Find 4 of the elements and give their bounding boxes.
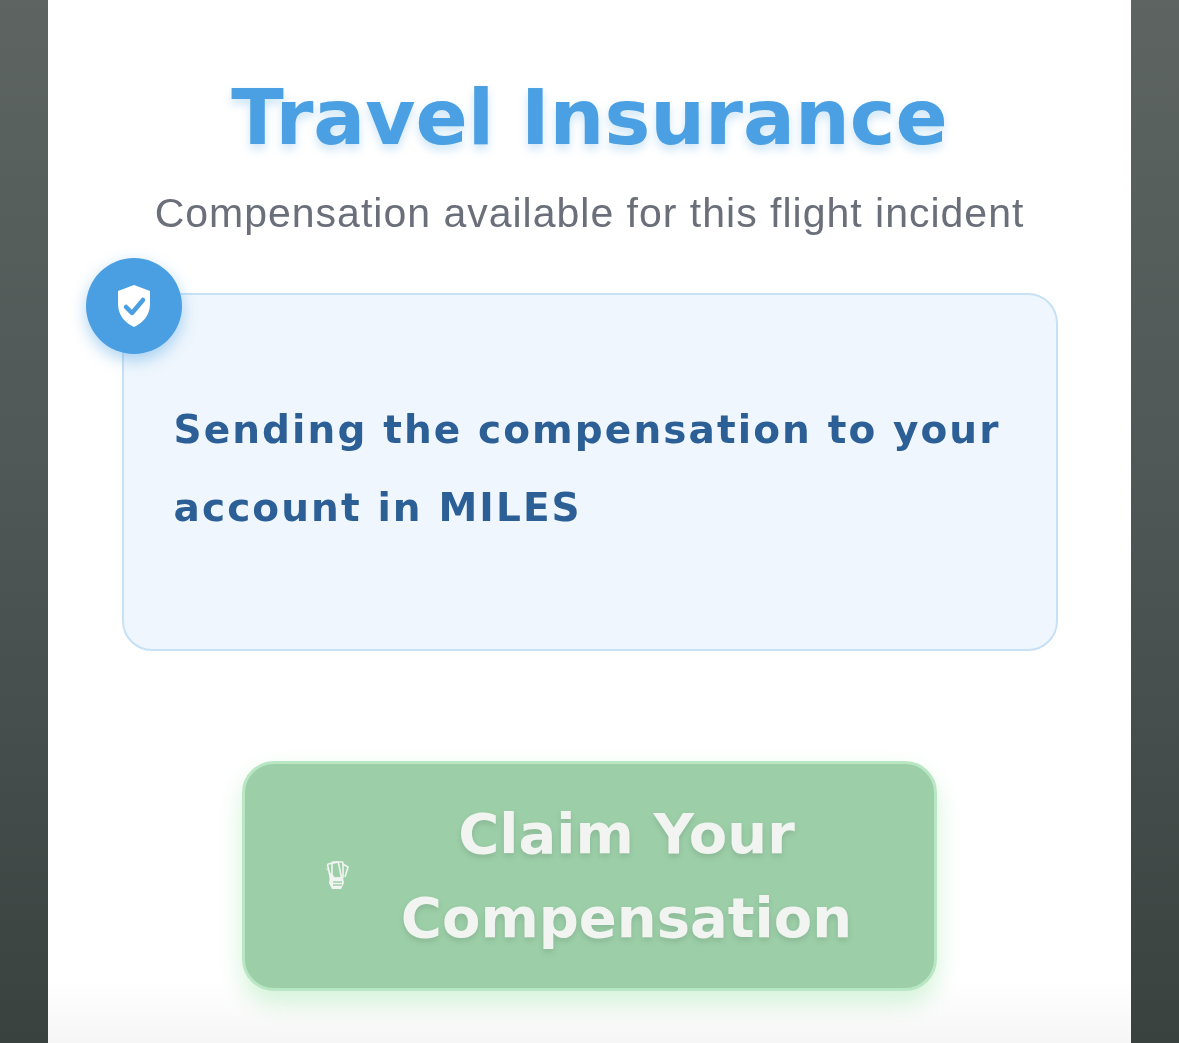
shield-check-icon	[115, 284, 152, 328]
notice-text: Sending the compensation to your account in MILES	[173, 406, 1002, 532]
modal-subtitle: Compensation available for this flight incident	[154, 189, 1025, 237]
modal-title: Travel Insurance	[231, 72, 948, 164]
